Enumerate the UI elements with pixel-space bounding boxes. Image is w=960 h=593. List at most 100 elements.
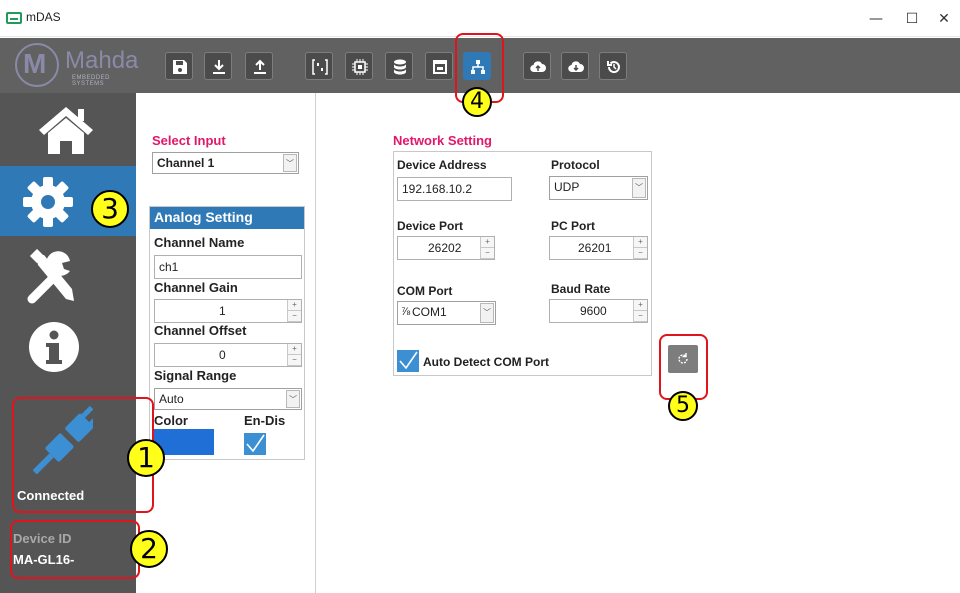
channel-gain-stepper[interactable]: 1 + − (154, 299, 302, 323)
callout-badge-1: 1 (127, 439, 165, 477)
color-label: Color (154, 413, 188, 428)
upload-button[interactable] (245, 52, 273, 80)
settings-gear-icon (23, 177, 73, 227)
chevron-down-icon: ﹀ (283, 154, 297, 172)
channel-gain-label: Channel Gain (154, 280, 238, 295)
channel-config-button[interactable] (305, 52, 333, 80)
history-icon (607, 61, 620, 74)
decrement-icon[interactable]: − (481, 248, 494, 259)
tools-icon (27, 249, 74, 304)
signal-range-dropdown[interactable]: Auto ﹀ (154, 388, 302, 410)
device-port-label: Device Port (397, 219, 464, 233)
protocol-label: Protocol (551, 158, 600, 172)
select-input-value: Channel 1 (157, 156, 215, 170)
stepper-buttons[interactable]: + − (287, 300, 301, 322)
minimize-button[interactable]: — (858, 6, 894, 32)
window-title: mDAS (26, 10, 61, 24)
pc-port-label: PC Port (551, 219, 596, 233)
chevron-down-icon: ﹀ (286, 390, 300, 408)
close-button[interactable]: ✕ (926, 6, 960, 32)
increment-icon[interactable]: + (481, 237, 494, 248)
com-port-value: COM1 (412, 305, 447, 319)
calendar-button[interactable] (425, 52, 453, 80)
en-dis-label: En-Dis (244, 413, 286, 428)
network-setting-title: Network Setting (393, 133, 492, 148)
sidebar-item-home[interactable] (0, 93, 136, 163)
increment-icon[interactable]: + (634, 237, 647, 248)
increment-icon[interactable]: + (288, 300, 301, 311)
sidebar-item-info[interactable] (0, 313, 136, 383)
decrement-icon[interactable]: − (634, 311, 647, 322)
stepper-buttons[interactable]: + − (633, 300, 647, 322)
app-icon (6, 12, 22, 24)
callout-badge-3: 3 (91, 190, 129, 228)
callout-badge-2: 2 (130, 530, 168, 568)
com-port-icon: ⅞ (401, 306, 411, 318)
stepper-buttons[interactable]: + − (287, 344, 301, 366)
callout-badge-5: 5 (668, 391, 698, 421)
panel-divider (315, 93, 316, 593)
protocol-value: UDP (554, 180, 580, 194)
analog-setting-panel: Analog Setting Channel Name ch1 Channel … (149, 206, 305, 460)
save-button[interactable] (165, 52, 193, 80)
decrement-icon[interactable]: − (288, 311, 301, 322)
stepper-buttons[interactable]: + − (633, 237, 647, 259)
increment-icon[interactable]: + (288, 344, 301, 355)
title-bar: mDAS — ☐ ✕ (0, 0, 960, 37)
save-icon (173, 60, 187, 74)
channel-offset-stepper[interactable]: 0 + − (154, 343, 302, 367)
logo-tagline: EMBEDDED SYSTEMS (72, 75, 111, 87)
calendar-icon (433, 60, 447, 74)
increment-icon[interactable]: + (634, 300, 647, 311)
network-setting-panel: Device Address 192.168.10.2 Protocol UDP… (393, 151, 652, 376)
logo-name: Mahda (65, 47, 139, 74)
callout-badge-4: 4 (462, 87, 492, 117)
checkmark-icon (399, 351, 418, 370)
checkmark-icon (246, 434, 265, 453)
decrement-icon[interactable]: − (634, 248, 647, 259)
select-input-dropdown[interactable]: Channel 1 ﹀ (152, 152, 299, 174)
channel-config-icon (312, 59, 328, 75)
channel-offset-label: Channel Offset (154, 323, 247, 338)
home-icon (39, 107, 93, 154)
sidebar-item-tools[interactable] (0, 241, 136, 311)
download-icon (213, 60, 225, 74)
com-port-dropdown[interactable]: ⅞ COM1 ﹀ (397, 301, 496, 325)
chip-button[interactable] (345, 52, 373, 80)
history-button[interactable] (599, 52, 627, 80)
baud-rate-stepper[interactable]: 9600 + − (549, 299, 648, 323)
channel-name-label: Channel Name (154, 235, 245, 250)
mahda-logo: M Mahda EMBEDDED SYSTEMS (15, 43, 143, 87)
callout-box-device-id (10, 520, 140, 579)
cloud-download-icon (568, 61, 584, 73)
analog-setting-header: Analog Setting (150, 207, 304, 229)
protocol-dropdown[interactable]: UDP ﹀ (549, 176, 648, 200)
maximize-button[interactable]: ☐ (894, 6, 930, 32)
cloud-upload-button[interactable] (523, 52, 551, 80)
download-button[interactable] (204, 52, 232, 80)
device-address-input[interactable]: 192.168.10.2 (397, 177, 512, 201)
upload-icon (254, 59, 266, 74)
baud-rate-label: Baud Rate (551, 282, 611, 296)
channel-name-input[interactable]: ch1 (154, 255, 302, 279)
database-button[interactable] (385, 52, 413, 80)
device-address-label: Device Address (397, 158, 487, 172)
com-port-label: COM Port (397, 284, 453, 298)
device-port-stepper[interactable]: 26202 + − (397, 236, 495, 260)
signal-range-label: Signal Range (154, 368, 237, 383)
cloud-download-button[interactable] (561, 52, 589, 80)
database-icon (394, 59, 406, 75)
en-dis-checkbox[interactable] (244, 433, 266, 455)
sidebar: Connected Device ID MA-GL16- (0, 93, 136, 593)
pc-port-stepper[interactable]: 26201 + − (549, 236, 648, 260)
stepper-buttons[interactable]: + − (480, 237, 494, 259)
cloud-upload-icon (530, 61, 546, 73)
auto-detect-com-label: Auto Detect COM Port (423, 355, 549, 369)
chip-icon (352, 59, 368, 75)
chevron-down-icon: ﹀ (480, 303, 494, 323)
select-input-label: Select Input (152, 133, 226, 148)
auto-detect-com-checkbox[interactable] (397, 350, 419, 372)
decrement-icon[interactable]: − (288, 355, 301, 366)
chevron-down-icon: ﹀ (632, 178, 646, 198)
signal-range-value: Auto (159, 392, 184, 406)
